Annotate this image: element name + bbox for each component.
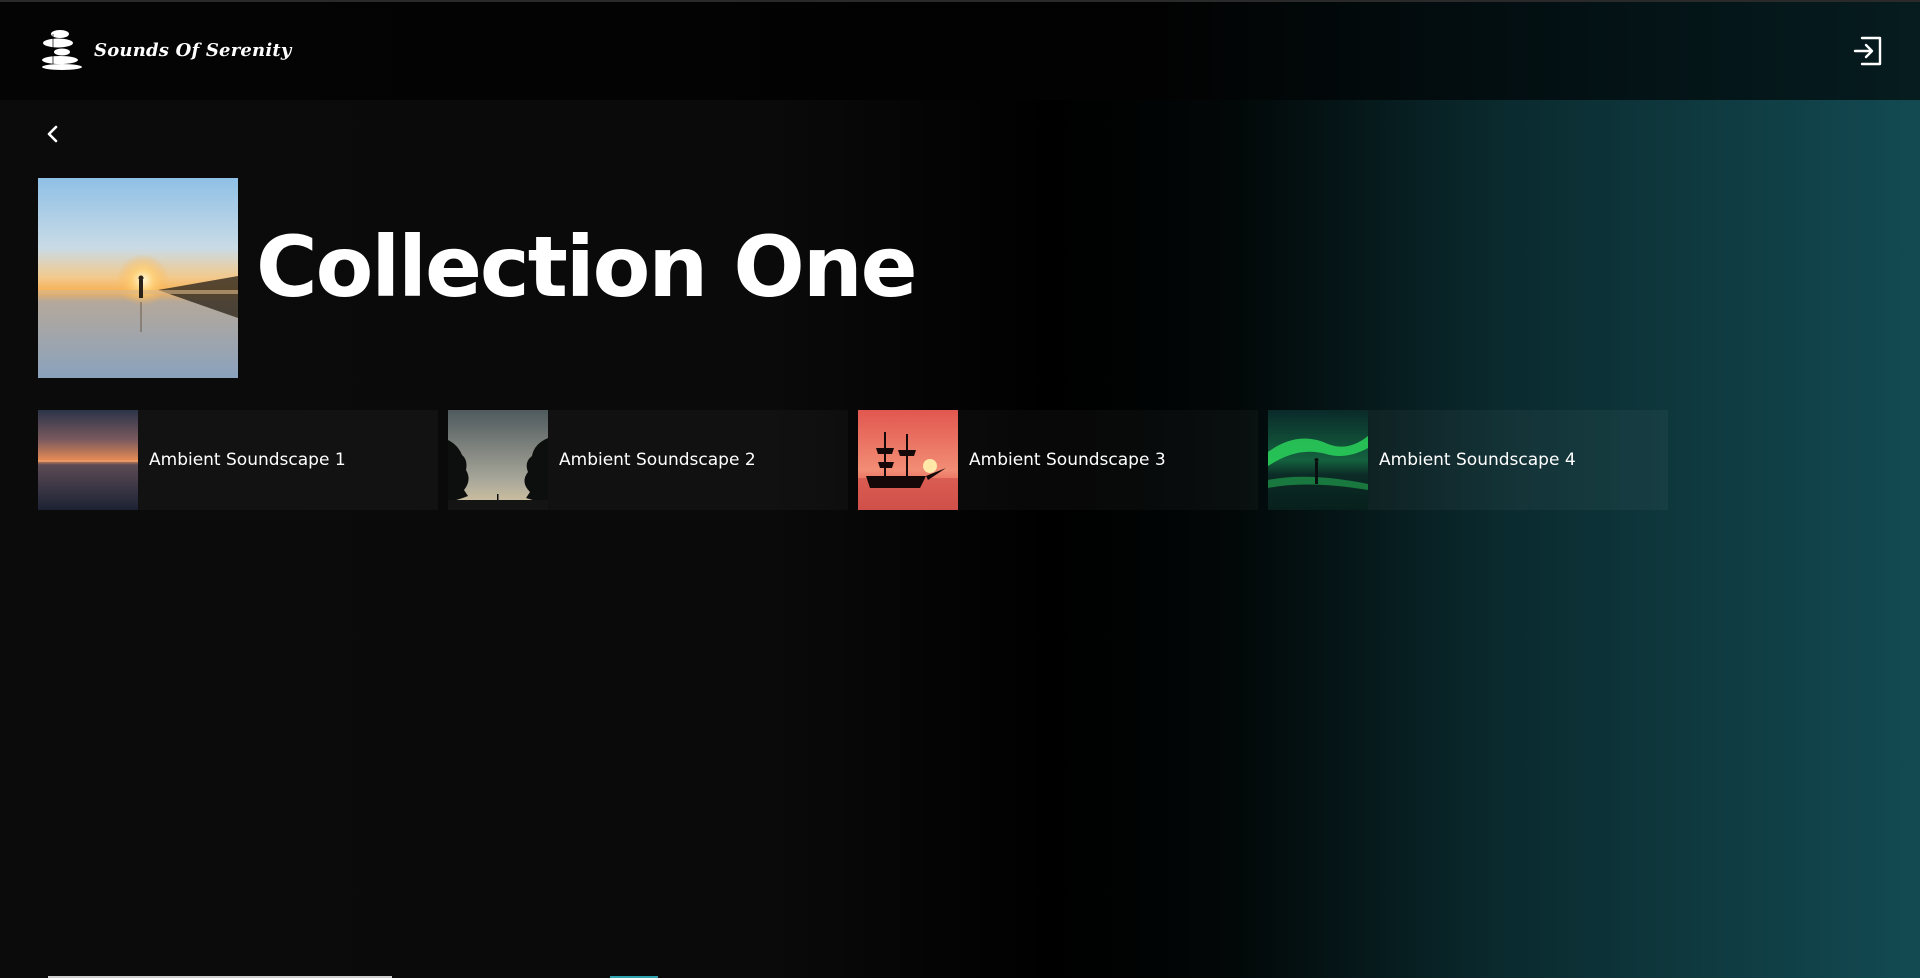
- ship-sunset-image: [858, 410, 958, 510]
- brand-name: Sounds Of Serenity: [94, 39, 292, 61]
- track-list: Ambient Soundscape 1 Ambient Soundscape …: [38, 410, 1668, 510]
- brand-logo[interactable]: Sounds Of Serenity: [38, 28, 292, 72]
- logout-icon: [1853, 36, 1882, 66]
- track-title: Ambient Soundscape 3: [969, 450, 1166, 470]
- aurora-image: [1268, 410, 1368, 510]
- track-card[interactable]: Ambient Soundscape 1: [38, 410, 438, 510]
- track-card[interactable]: Ambient Soundscape 3: [858, 410, 1258, 510]
- collection-title: Collection One: [256, 218, 918, 316]
- trees-dusk-image: [448, 410, 548, 510]
- back-button[interactable]: [42, 121, 64, 147]
- stacked-stones-icon: [42, 30, 82, 70]
- top-bar: Sounds Of Serenity: [0, 0, 1920, 100]
- sunset-sea-image: [38, 410, 138, 510]
- chevron-left-icon: [47, 125, 58, 143]
- track-thumbnail: [1268, 410, 1368, 510]
- track-thumbnail: [38, 410, 138, 510]
- track-thumbnail: [448, 410, 548, 510]
- collection-cover: [38, 178, 238, 378]
- track-title: Ambient Soundscape 1: [149, 450, 346, 470]
- track-thumbnail: [858, 410, 958, 510]
- track-card[interactable]: Ambient Soundscape 4: [1268, 410, 1668, 510]
- track-title: Ambient Soundscape 2: [559, 450, 756, 470]
- track-card[interactable]: Ambient Soundscape 2: [448, 410, 848, 510]
- beach-sunset-image: [38, 178, 238, 378]
- logout-button[interactable]: [1852, 35, 1884, 67]
- track-title: Ambient Soundscape 4: [1379, 450, 1576, 470]
